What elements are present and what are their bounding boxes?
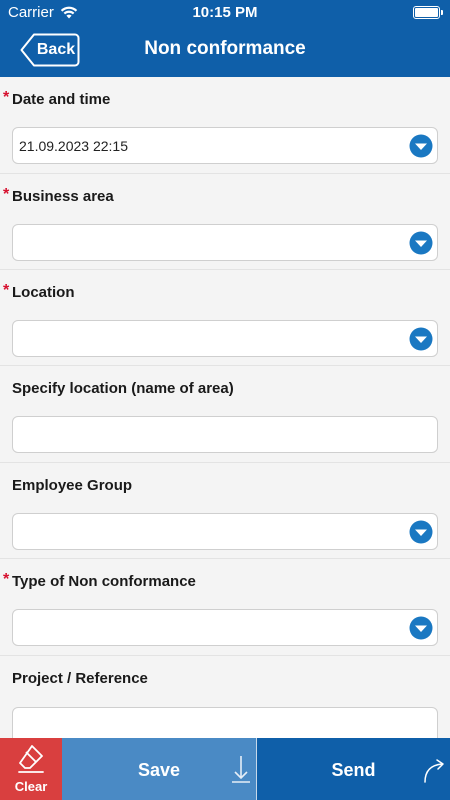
dropdown-arrow-icon <box>409 327 433 351</box>
type-of-nonconformance-field: * Type of Non conformance <box>0 559 450 656</box>
download-arrow-icon <box>232 756 250 783</box>
status-bar: Carrier 10:15 PM <box>0 0 450 26</box>
location-field: * Location <box>0 270 450 366</box>
save-label: Save <box>137 760 181 780</box>
project-reference-field: Project / Reference <box>0 656 450 738</box>
clear-button[interactable]: Clear <box>0 738 62 800</box>
date-time-value: 21.09.2023 22:15 <box>19 138 128 154</box>
required-marker: * <box>3 89 10 106</box>
project-reference-input[interactable] <box>12 707 438 738</box>
date-time-select[interactable]: 21.09.2023 22:15 <box>12 127 438 164</box>
type-of-nonconformance-select[interactable] <box>12 609 438 646</box>
specify-location-field: Specify location (name of area) <box>0 366 450 463</box>
field-label: Project / Reference <box>12 670 148 687</box>
required-marker: * <box>3 571 10 588</box>
field-label: Specify location (name of area) <box>12 380 234 397</box>
send-arrow-icon <box>424 759 444 783</box>
employee-group-select[interactable] <box>12 513 438 550</box>
required-marker: * <box>3 186 10 203</box>
field-label: Date and time <box>12 91 111 108</box>
field-label: Location <box>12 284 75 301</box>
bottom-toolbar: Clear Save Send <box>0 738 450 800</box>
form-scroll-area[interactable]: * Date and time 21.09.2023 22:15 * Busin… <box>0 77 450 738</box>
field-label: Type of Non conformance <box>12 573 196 590</box>
date-time-field: * Date and time 21.09.2023 22:15 <box>0 77 450 174</box>
field-label: Employee Group <box>12 477 133 494</box>
clear-label: Clear <box>14 779 48 794</box>
employee-group-field: Employee Group <box>0 463 450 559</box>
eraser-icon <box>18 745 44 773</box>
page-title: Non conformance <box>144 38 306 59</box>
navigation-header: Carrier 10:15 PM Back Non conformance <box>0 0 450 77</box>
send-button[interactable]: Send <box>257 738 450 800</box>
field-label: Business area <box>12 188 114 205</box>
location-select[interactable] <box>12 320 438 357</box>
save-button[interactable]: Save <box>62 738 256 800</box>
dropdown-arrow-icon <box>409 134 433 158</box>
dropdown-arrow-icon <box>409 231 433 255</box>
dropdown-arrow-icon <box>409 616 433 640</box>
status-time: 10:15 PM <box>192 4 258 21</box>
business-area-field: * Business area <box>0 174 450 270</box>
battery-icon <box>413 6 443 19</box>
business-area-select[interactable] <box>12 224 438 261</box>
required-marker: * <box>3 282 10 299</box>
specify-location-input[interactable] <box>12 416 438 453</box>
dropdown-arrow-icon <box>409 520 433 544</box>
